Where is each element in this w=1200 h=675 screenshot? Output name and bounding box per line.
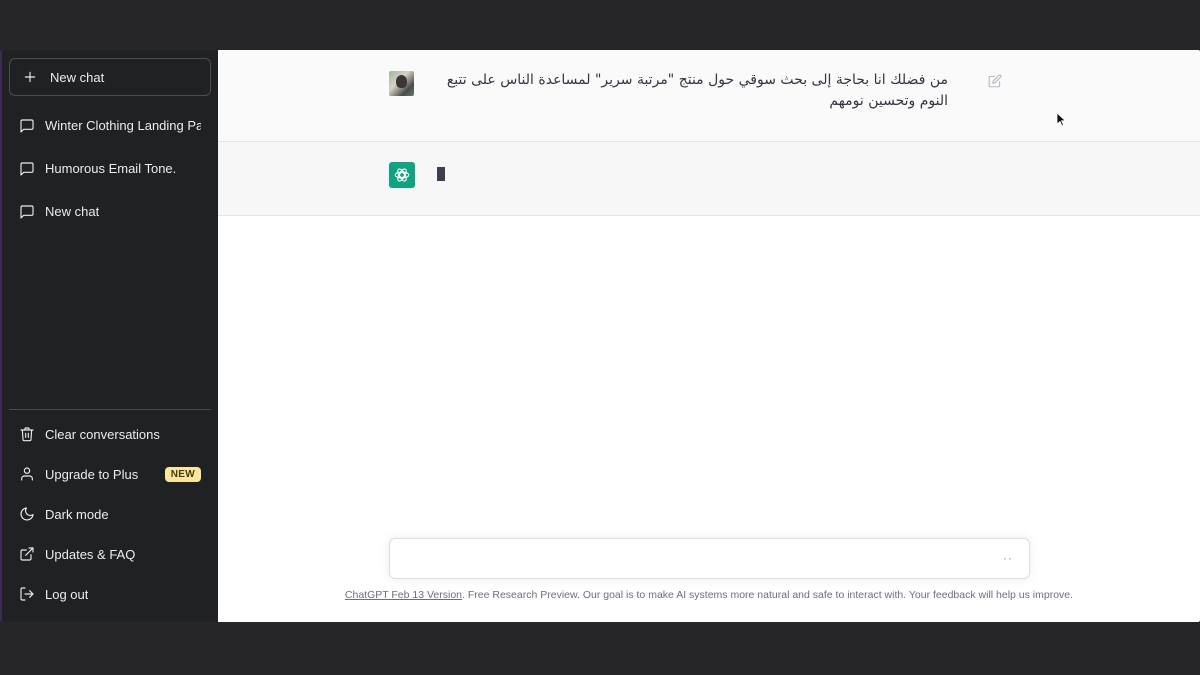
- user-message-row: من فضلك انا بحاجة إلى بحث سوقي حول منتج …: [218, 50, 1200, 142]
- moon-icon: [19, 506, 35, 522]
- typing-cursor: [437, 167, 445, 181]
- loading-indicator: ··: [1003, 551, 1013, 565]
- updates-faq-link[interactable]: Updates & FAQ: [9, 534, 211, 574]
- mouse-pointer-icon: [1057, 113, 1067, 127]
- user-avatar: [389, 71, 414, 96]
- updates-faq-label: Updates & FAQ: [45, 546, 136, 562]
- new-chat-button[interactable]: New chat: [9, 58, 211, 96]
- message-icon: [19, 161, 35, 177]
- sidebar: New chat Winter Clothing Landing Page Hu…: [0, 50, 218, 622]
- new-badge: NEW: [164, 466, 201, 482]
- clear-conversations-label: Clear conversations: [45, 426, 160, 442]
- upgrade-to-plus-button[interactable]: Upgrade to Plus NEW: [9, 454, 211, 494]
- message-icon: [19, 118, 35, 134]
- external-link-icon: [19, 546, 35, 562]
- message-input[interactable]: [390, 539, 1029, 578]
- clear-conversations-button[interactable]: Clear conversations: [9, 414, 211, 454]
- message-composer: ··: [389, 538, 1030, 579]
- edit-icon[interactable]: [988, 74, 1002, 88]
- new-chat-label: New chat: [50, 69, 105, 85]
- assistant-message-row: [218, 142, 1200, 216]
- version-link[interactable]: ChatGPT Feb 13 Version: [345, 589, 462, 601]
- log-out-button[interactable]: Log out: [9, 574, 211, 614]
- message-icon: [19, 204, 35, 220]
- logout-icon: [19, 586, 35, 602]
- app-window: New chat Winter Clothing Landing Page Hu…: [0, 50, 1200, 622]
- sidebar-bottom-menu: Clear conversations Upgrade to Plus NEW …: [9, 414, 211, 614]
- history-item-label: Humorous Email Tone.: [45, 161, 177, 176]
- history-item-winter-clothing[interactable]: Winter Clothing Landing Page: [9, 104, 211, 147]
- trash-icon: [19, 426, 35, 442]
- sidebar-divider: [9, 409, 211, 410]
- history-item-label: New chat: [45, 204, 100, 219]
- chat-main: من فضلك انا بحاجة إلى بحث سوقي حول منتج …: [218, 50, 1200, 622]
- footer-note-text: . Free Research Preview. Our goal is to …: [462, 589, 1074, 601]
- log-out-label: Log out: [45, 586, 89, 602]
- plus-icon: [22, 69, 38, 85]
- chat-history-list: Winter Clothing Landing Page Humorous Em…: [9, 104, 211, 409]
- user-message-text: من فضلك انا بحاجة إلى بحث سوقي حول منتج …: [446, 72, 948, 109]
- upgrade-to-plus-label: Upgrade to Plus: [45, 466, 139, 482]
- history-item-humorous-email[interactable]: Humorous Email Tone.: [9, 147, 211, 190]
- history-item-label: Winter Clothing Landing Page: [45, 118, 201, 133]
- dark-mode-label: Dark mode: [45, 506, 109, 522]
- chatgpt-logo-icon: [389, 162, 415, 188]
- user-icon: [19, 466, 35, 482]
- footer-disclaimer: ChatGPT Feb 13 Version. Free Research Pr…: [218, 589, 1200, 601]
- dark-mode-button[interactable]: Dark mode: [9, 494, 211, 534]
- history-item-new-chat[interactable]: New chat: [9, 190, 211, 233]
